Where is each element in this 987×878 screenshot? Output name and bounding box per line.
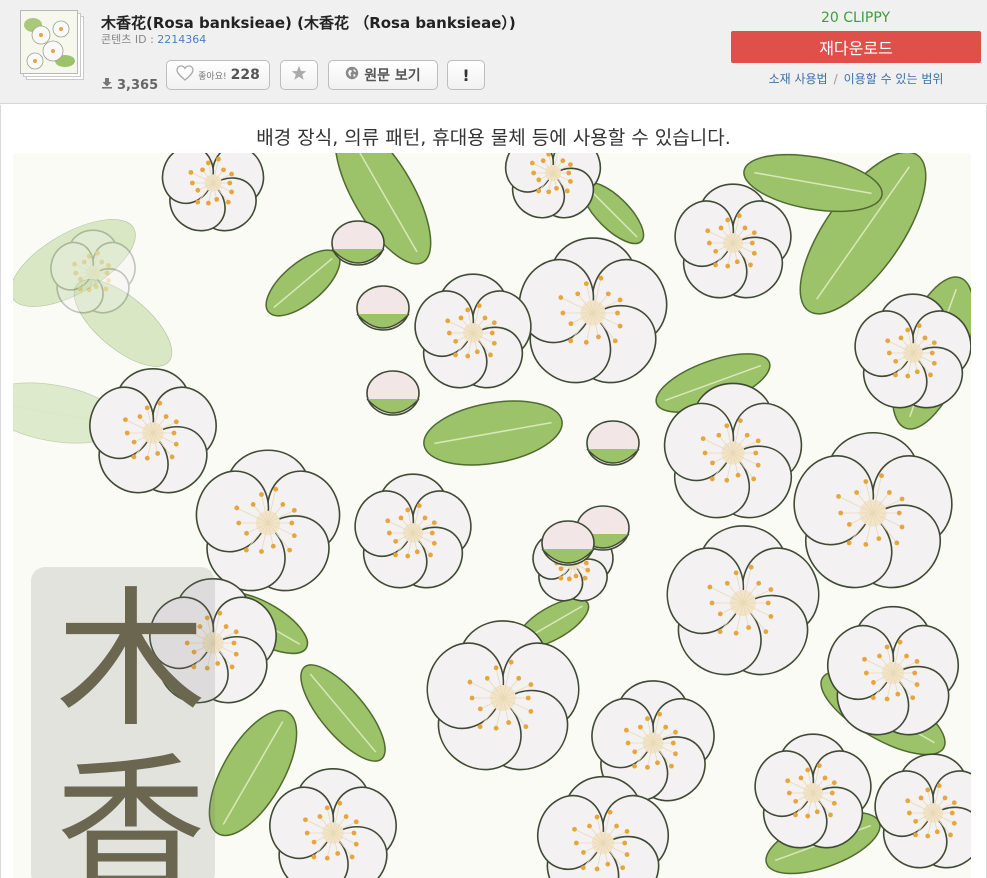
kanji-character: 香 (56, 740, 207, 878)
kanji-character: 木 (56, 574, 207, 748)
link-separator: / (833, 72, 838, 86)
content-id: 콘텐츠 ID : 2214364 (101, 31, 206, 47)
download-count-value: 3,365 (117, 77, 159, 93)
like-label: 좋아요! (198, 71, 227, 82)
license-scope-link[interactable]: 이용할 수 있는 범위 (844, 72, 944, 86)
redownload-button[interactable]: 재다운로드 (731, 31, 981, 63)
asset-title: 木香花(Rosa banksieae) (木香花 （Rosa banksieae… (101, 14, 516, 32)
thumbnail[interactable] (20, 10, 84, 80)
thumbnail-image (20, 10, 78, 74)
download-icon (101, 77, 113, 93)
view-source-button[interactable]: 원문 보기 (328, 60, 438, 90)
report-button[interactable]: ! (447, 60, 485, 90)
favorite-button[interactable] (280, 60, 318, 90)
star-icon (291, 65, 307, 85)
usage-guide-link[interactable]: 소재 사용법 (769, 72, 828, 86)
like-count: 228 (230, 67, 260, 83)
asset-description: 배경 장식, 의류 패턴, 휴대용 물체 등에 사용할 수 있습니다. (256, 127, 731, 149)
globe-icon (345, 66, 359, 84)
heart-icon (176, 65, 194, 85)
usage-links: 소재 사용법 / 이용할 수 있는 범위 (731, 70, 981, 87)
clippy-price: 20 CLIPPY (820, 10, 891, 26)
like-button[interactable]: 좋아요! 228 (166, 60, 270, 90)
download-count: 3,365 (101, 77, 158, 93)
content-id-value[interactable]: 2214364 (157, 33, 206, 46)
asset-header: 木香花(Rosa banksieae) (木香花 （Rosa banksieae… (0, 0, 987, 104)
content-id-label: 콘텐츠 ID : (101, 33, 154, 46)
panel-border-left (0, 105, 1, 878)
view-source-label: 원문 보기 (364, 68, 421, 84)
